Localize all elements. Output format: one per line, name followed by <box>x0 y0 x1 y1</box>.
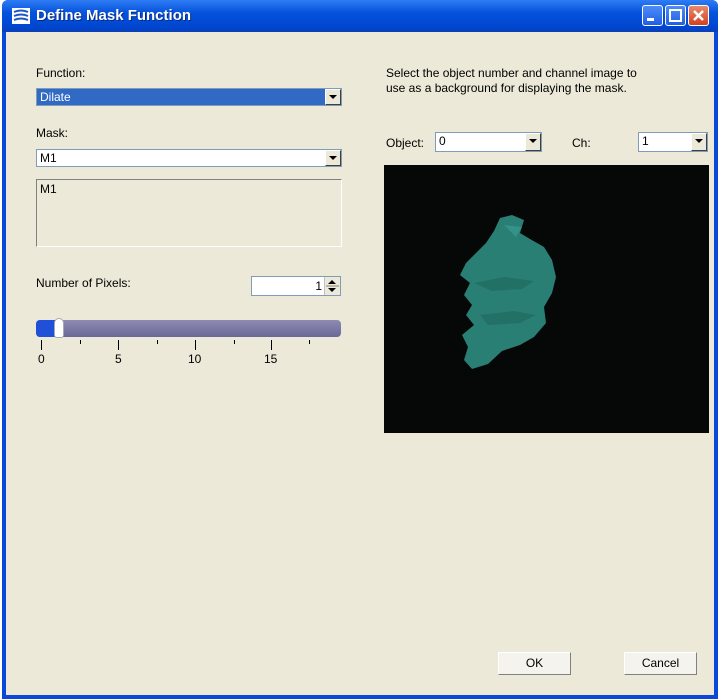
slider-tick <box>234 340 235 344</box>
mask-preview-image <box>384 165 709 433</box>
slider-fill <box>36 320 56 337</box>
slider-tick-label: 0 <box>38 352 45 366</box>
maximize-button[interactable] <box>665 5 686 26</box>
pixels-value: 1 <box>315 279 322 293</box>
slider-tick <box>157 340 158 344</box>
chevron-down-icon[interactable] <box>325 150 341 166</box>
app-icon <box>12 8 30 24</box>
pixels-slider[interactable] <box>36 320 341 337</box>
mask-label: Mask: <box>36 126 69 140</box>
instruction-line-2: use as a background for displaying the m… <box>386 81 627 95</box>
slider-tick <box>271 340 272 350</box>
mask-list[interactable]: M1 <box>36 179 342 247</box>
object-select[interactable]: 0 <box>435 132 542 152</box>
minimize-button[interactable] <box>642 5 663 26</box>
window-title: Define Mask Function <box>36 7 192 24</box>
ok-button[interactable]: OK <box>498 652 571 675</box>
function-select[interactable]: Dilate <box>36 88 342 106</box>
define-mask-function-window: Define Mask Function Function: Dilate Ma… <box>2 0 718 699</box>
slider-tick-label: 15 <box>264 352 278 366</box>
dialog-body: Function: Dilate Mask: M1 M1 Number of P… <box>6 32 714 695</box>
function-value: Dilate <box>40 90 71 104</box>
mask-select[interactable]: M1 <box>36 149 342 167</box>
slider-thumb[interactable] <box>54 318 64 338</box>
object-value: 0 <box>439 134 446 148</box>
instruction-line-1: Select the object number and channel ima… <box>386 66 637 80</box>
slider-tick <box>41 340 42 350</box>
chevron-down-icon[interactable] <box>691 133 707 151</box>
spinner-arrows[interactable] <box>324 277 340 295</box>
channel-value: 1 <box>642 134 649 148</box>
slider-tick-label: 5 <box>115 352 122 366</box>
slider-tick-label: 10 <box>188 352 202 366</box>
slider-tick <box>309 340 310 344</box>
chevron-down-icon[interactable] <box>325 89 341 105</box>
title-bar[interactable]: Define Mask Function <box>2 0 718 32</box>
list-item[interactable]: M1 <box>40 182 57 196</box>
mask-value: M1 <box>40 151 57 165</box>
channel-label: Ch: <box>572 136 591 150</box>
function-label: Function: <box>36 66 86 80</box>
pixels-spinner[interactable]: 1 <box>251 276 341 296</box>
close-button[interactable] <box>688 5 709 26</box>
number-of-pixels-label: Number of Pixels: <box>36 276 131 290</box>
slider-tick <box>195 340 196 350</box>
object-label: Object: <box>386 136 425 150</box>
slider-tick <box>80 340 81 344</box>
chevron-down-icon[interactable] <box>525 133 541 151</box>
channel-select[interactable]: 1 <box>638 132 708 152</box>
slider-tick <box>118 340 119 350</box>
cancel-button[interactable]: Cancel <box>624 652 697 675</box>
